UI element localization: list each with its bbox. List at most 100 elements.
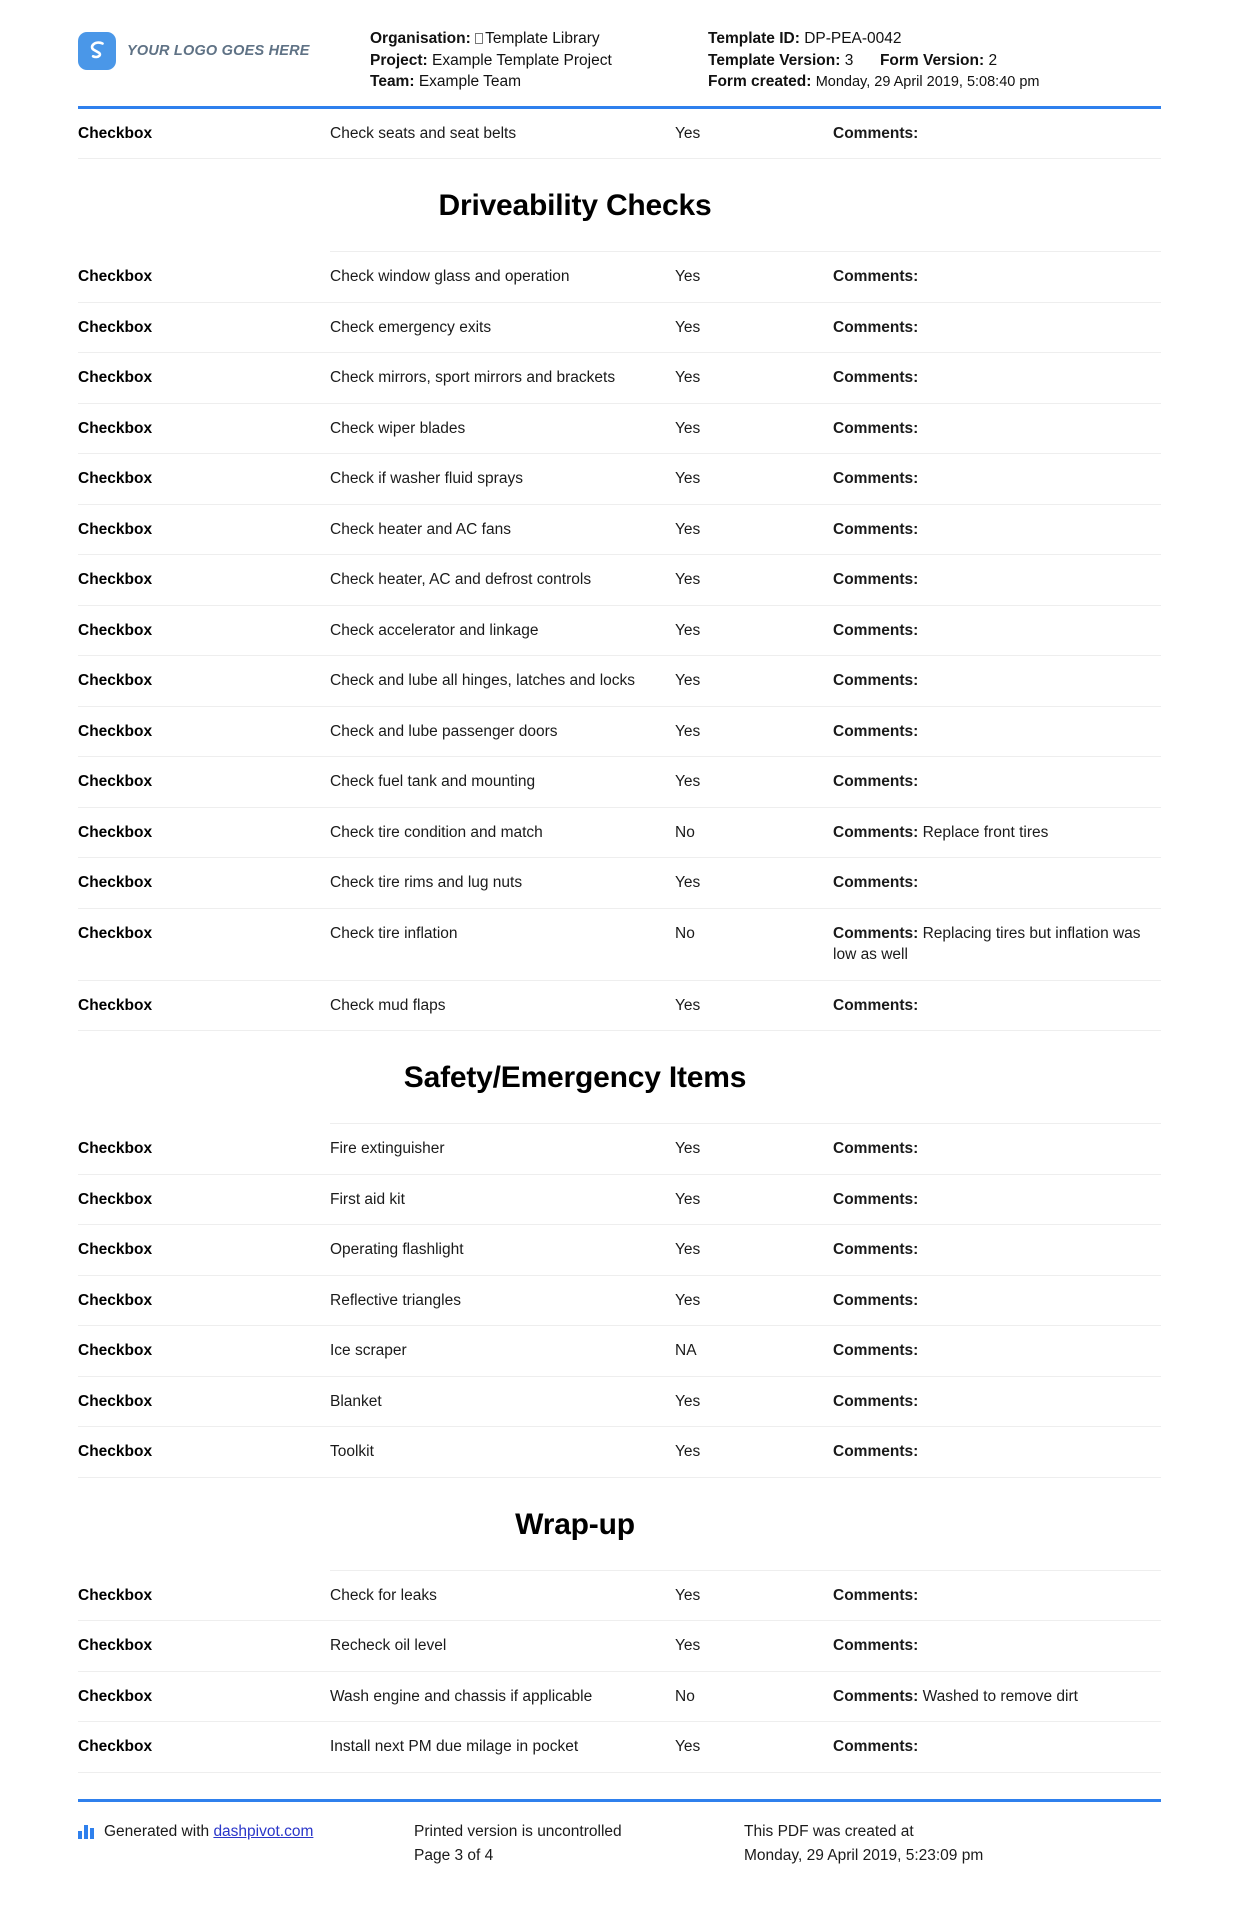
- header-metadata-right: Template ID: DP-PEA-0042 Template Versio…: [708, 28, 1161, 94]
- row-comments: Comments: Washed to remove dirt: [833, 1686, 1161, 1708]
- row-description: Check accelerator and linkage: [330, 621, 539, 639]
- row-field-type: Checkbox: [78, 268, 153, 285]
- row-answer: Yes: [675, 470, 701, 487]
- section-heading-label: Driveability Checks: [438, 189, 712, 222]
- document-page: YOUR LOGO GOES HERE Organisation: Templa…: [0, 0, 1239, 1908]
- table-row: Checkbox Check heater and AC fans Yes Comme…: [78, 505, 1161, 555]
- row-field-type: Checkbox: [78, 672, 153, 689]
- row-comments: Comments:: [833, 1340, 1161, 1362]
- row-answer: Yes: [675, 1190, 701, 1208]
- row-field-type: Checkbox: [78, 874, 153, 891]
- table-row: Checkbox Check mirrors, sport mirrors and…: [78, 353, 1161, 404]
- row-answer: Yes: [675, 874, 701, 891]
- row-answer: No: [675, 1687, 695, 1705]
- row-description: Check and lube passenger doors: [330, 722, 558, 740]
- row-comments-label: Comments:: [833, 318, 919, 336]
- template-id-value: DP-PEA-0042: [804, 30, 902, 47]
- row-description: Install next PM due milage in pocket: [330, 1738, 579, 1755]
- header-metadata: Organisation: Template Library Project: …: [370, 22, 1161, 94]
- table-row: Checkbox Check tire inflation No Comments: …: [78, 909, 1161, 981]
- row-answer: No: [675, 924, 695, 942]
- row-field-type: Checkbox: [78, 1190, 153, 1208]
- row-comments-label: Comments:: [833, 268, 919, 285]
- dashpivot-link[interactable]: dashpivot.com: [213, 1823, 313, 1840]
- version-line: Template Version: 3 Form Version: 2: [708, 50, 1161, 72]
- row-comments: Comments:: [833, 317, 1161, 339]
- row-description: Toolkit: [330, 1443, 374, 1460]
- row-comments-text: Replace front tires: [922, 823, 1049, 841]
- footer-print-block: Printed version is uncontrolled Page 3 o…: [414, 1820, 744, 1868]
- section-heading-label: Wrap-up: [515, 1507, 635, 1541]
- table-row: Checkbox Check for leaks Yes Comments:: [78, 1571, 1161, 1621]
- row-comments: Comments:: [833, 569, 1161, 591]
- row-comments: Comments:: [833, 1736, 1161, 1758]
- row-comments: Comments:: [833, 995, 1161, 1017]
- row-description: Wash engine and chassis if applicable: [330, 1687, 593, 1705]
- table-row: Checkbox Ice scraper NA Comments:: [78, 1326, 1161, 1377]
- row-answer: No: [675, 823, 695, 841]
- project-value: Example Template Project: [432, 51, 612, 69]
- row-comments-label: Comments:: [833, 1738, 919, 1755]
- team-label: Team:: [370, 73, 415, 90]
- team-value: Example Team: [418, 73, 522, 90]
- row-comments: Comments:: [833, 1585, 1161, 1607]
- table-row: Checkbox Toolkit Yes Comments:: [78, 1427, 1161, 1478]
- table-row: Checkbox Operating flashlight Yes Comments:: [78, 1225, 1161, 1276]
- footer-generated-block: Generated with dashpivot.com: [78, 1820, 414, 1868]
- row-comments-label: Comments:: [833, 1291, 919, 1309]
- row-comments-label: Comments:: [833, 1190, 919, 1208]
- row-comments-label: Comments:: [833, 470, 919, 487]
- row-answer: Yes: [675, 318, 701, 336]
- row-description: Ice scraper: [330, 1342, 407, 1359]
- row-comments: Comments:: [833, 771, 1161, 793]
- row-description: Fire extinguisher: [330, 1140, 445, 1157]
- row-answer: Yes: [675, 419, 701, 437]
- document-header: YOUR LOGO GOES HERE Organisation: Templa…: [78, 0, 1161, 109]
- footer-page-number: Page 3 of 4: [414, 1846, 494, 1864]
- row-field-type: Checkbox: [78, 1342, 153, 1359]
- logo-text: YOUR LOGO GOES HERE: [127, 43, 310, 59]
- row-description: First aid kit: [330, 1190, 405, 1208]
- template-id-line: Template ID: DP-PEA-0042: [708, 28, 1161, 50]
- bar-chart-icon: [78, 1824, 96, 1839]
- template-version-label: Template Version:: [708, 51, 841, 69]
- row-field-type: Checkbox: [78, 1241, 153, 1258]
- row-description: Check fuel tank and mounting: [330, 773, 536, 790]
- section-heading: Safety/Emergency Items: [330, 1031, 1161, 1124]
- table-row: Checkbox Check and lube passenger doors Ye…: [78, 707, 1161, 757]
- row-answer: Yes: [675, 520, 701, 538]
- row-answer: Yes: [675, 672, 701, 689]
- row-comments: Comments:: [833, 418, 1161, 440]
- footer-created-notice: This PDF was created at: [744, 1822, 914, 1840]
- document-footer: Generated with dashpivot.com Printed ver…: [78, 1798, 1161, 1908]
- row-comments-label: Comments:: [833, 621, 919, 639]
- row-comments: Comments:: [833, 1635, 1161, 1657]
- table-row: Checkbox Check seats and seat belts Yes Com…: [78, 109, 1161, 159]
- row-answer: Yes: [675, 1140, 701, 1157]
- row-comments: Comments:: [833, 872, 1161, 894]
- row-description: Check heater and AC fans: [330, 520, 511, 538]
- table-row: Checkbox Check if washer fluid sprays Yes C…: [78, 454, 1161, 505]
- form-created-label: Form created:: [708, 73, 812, 90]
- row-answer: Yes: [675, 1291, 701, 1309]
- row-comments-label: Comments:: [833, 369, 919, 386]
- row-comments: Comments:: [833, 1138, 1161, 1160]
- row-comments: Comments:: [833, 1189, 1161, 1211]
- row-comments-label: Comments:: [833, 1342, 919, 1359]
- table-row: Checkbox Check window glass and operation…: [78, 252, 1161, 303]
- table-row: Checkbox Install next PM due milage in po…: [78, 1722, 1161, 1773]
- row-comments: Comments:: [833, 519, 1161, 541]
- row-answer: Yes: [675, 1586, 701, 1604]
- row-comments: Comments:: [833, 367, 1161, 389]
- row-comments: Comments:: [833, 1441, 1161, 1463]
- row-field-type: Checkbox: [78, 924, 153, 942]
- row-field-type: Checkbox: [78, 823, 153, 841]
- organisation-label: Organisation:: [370, 30, 471, 47]
- row-answer: Yes: [675, 722, 701, 740]
- row-answer: Yes: [675, 1443, 701, 1460]
- row-description: Reflective triangles: [330, 1291, 461, 1309]
- row-comments-label: Comments:: [833, 1687, 919, 1705]
- table-row: Checkbox Check accelerator and linkage Yes…: [78, 606, 1161, 656]
- row-comments: Comments:: [833, 123, 1161, 145]
- row-comments-label: Comments:: [833, 1586, 919, 1604]
